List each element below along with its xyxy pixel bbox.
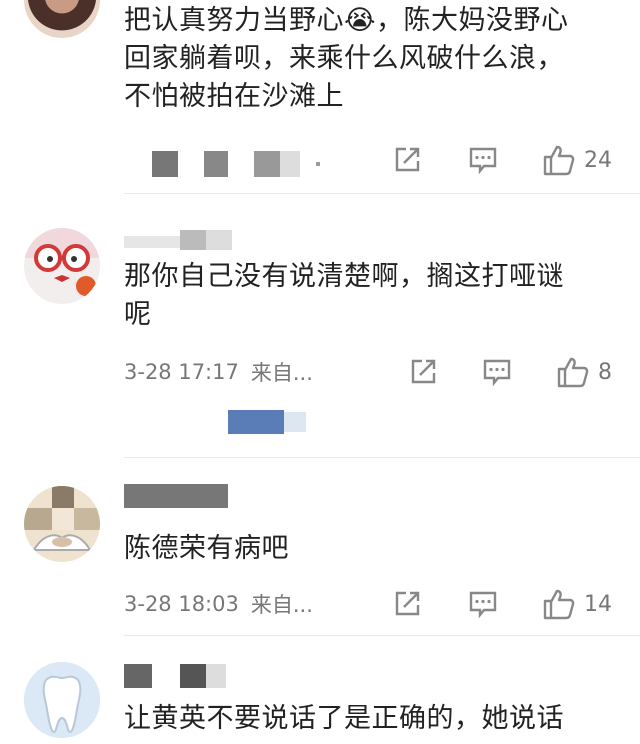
comment-actions: 8 [390,354,630,390]
like-count: 14 [584,591,612,617]
comment-line: 让黄英不要说话了是正确的，她说话 [124,703,564,734]
share-icon [411,359,436,384]
share-button[interactable] [408,354,438,390]
share-icon [395,591,420,616]
thumbs-up-icon [543,145,575,176]
timestamp: 3-28 18:03 [124,592,239,616]
username-redacted[interactable] [124,484,228,508]
comment-line: 呢 [124,299,152,330]
comment-meta: 3-28 18:03 来自... [124,586,313,622]
comment-line: 不怕被拍在沙滩上 [124,81,344,112]
like-count: 8 [598,359,612,385]
thumbs-up-icon [543,589,575,620]
comment-button[interactable] [468,142,498,178]
thumbs-up-icon [557,357,589,388]
comment-actions: 24 [390,142,630,178]
comment-2: 那你自己没有说清楚啊，搁这打哑谜 呢 3-28 17:17 来自... 8 [0,194,640,458]
reply-redacted [284,412,306,432]
source[interactable]: 来自... [251,589,313,619]
reply-redacted [228,410,284,434]
username-redacted[interactable] [124,230,244,252]
avatar[interactable] [24,0,100,38]
comment-3: 陈德荣有病吧 3-28 18:03 来自... 14 [0,458,640,636]
share-icon [395,147,420,172]
comment-meta-redacted [124,146,320,182]
comment-actions: 14 [390,586,630,622]
timestamp: 3-28 17:17 [124,360,239,384]
like-button[interactable]: 24 [542,142,612,178]
avatar[interactable] [24,486,100,562]
comment-icon [483,359,511,387]
comment-meta: 3-28 17:17 来自... [124,354,313,390]
avatar[interactable] [24,662,100,738]
like-count: 24 [584,147,612,173]
comment-line: 把认真努力当野心😭，陈大妈没野心 [124,5,569,36]
comment-text: 那你自己没有说清楚啊，搁这打哑谜 呢 [124,258,624,334]
comment-text: 陈德荣有病吧 [124,530,624,568]
share-button[interactable] [392,586,422,622]
comment-icon [469,147,497,175]
comment-button[interactable] [468,586,498,622]
username-redacted[interactable] [180,664,206,688]
comment-button[interactable] [482,354,512,390]
comment-4: 让黄英不要说话了是正确的，她说话 [0,636,640,744]
comment-line: 陈德荣有病吧 [124,533,289,564]
comment-line: 那你自己没有说清楚啊，搁这打哑谜 [124,261,564,292]
comment-text: 让黄英不要说话了是正确的，她说话 [124,700,624,738]
avatar-image [24,486,100,551]
avatar[interactable] [24,228,100,304]
like-button[interactable]: 8 [556,354,612,390]
username-redacted[interactable] [124,664,152,688]
like-button[interactable]: 14 [542,586,612,622]
source[interactable]: 来自... [251,357,313,387]
comment-text: 把认真努力当野心😭，陈大妈没野心 回家躺着呗，来乘什么风破什么浪， 不怕被拍在沙… [124,2,624,116]
avatar-image [24,228,100,296]
avatar-image [24,662,100,738]
comment-line: 回家躺着呗，来乘什么风破什么浪， [124,43,564,74]
comment-1: 把认真努力当野心😭，陈大妈没野心 回家躺着呗，来乘什么风破什么浪， 不怕被拍在沙… [0,0,640,194]
share-button[interactable] [392,142,422,178]
username-redacted[interactable] [206,664,226,688]
comment-icon [469,591,497,619]
